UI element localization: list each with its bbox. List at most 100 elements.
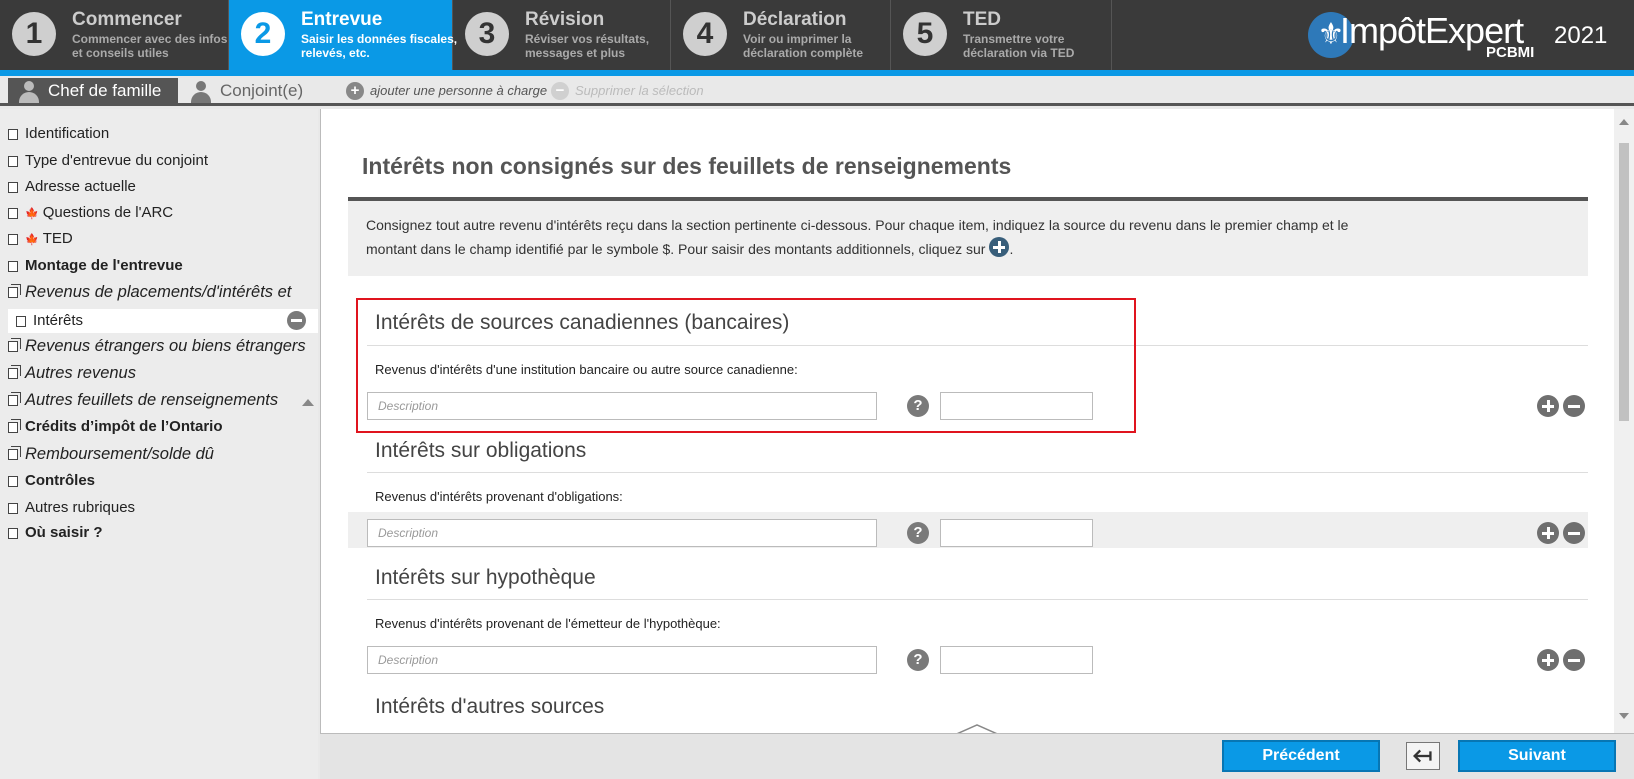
- main-content: Intérêts non consignés sur des feuillets…: [320, 109, 1614, 733]
- sidebar-item-revenus-etrangers[interactable]: Revenus étrangers ou biens étrangers: [8, 335, 306, 357]
- section-divider: [367, 472, 1588, 473]
- back-arrow-button[interactable]: [1406, 742, 1440, 770]
- help-icon[interactable]: ?: [907, 649, 929, 671]
- scroll-down-arrow-icon[interactable]: [1619, 713, 1629, 719]
- step-revision[interactable]: 3 Révision Réviser vos résultats, message…: [453, 0, 671, 70]
- sidebar-item-interets-selected[interactable]: Intérêts: [8, 309, 318, 333]
- sidebar-item-interets[interactable]: Intérêts: [16, 310, 83, 332]
- page-icon: [8, 156, 18, 167]
- impotexpert-logo: ⚜ ImpôtExpert PCBMI 2021: [1300, 8, 1620, 64]
- step-number: 1: [12, 12, 56, 56]
- scroll-thumb[interactable]: [1619, 143, 1629, 421]
- step-entrevue[interactable]: 2 Entrevue Saisir les données fiscales, r…: [229, 0, 457, 70]
- page-icon: [8, 208, 18, 219]
- step-ted[interactable]: 5 TED Transmettre votre déclaration via T…: [891, 0, 1112, 70]
- page-icon: [8, 476, 18, 487]
- add-row-plus-icon[interactable]: [1537, 395, 1559, 417]
- minus-icon: −: [551, 82, 569, 100]
- step-commencer[interactable]: 1 Commencer Commencer avec des infos et c…: [0, 0, 229, 70]
- step-title: Commencer: [72, 9, 182, 30]
- sidebar-item-questions-arc[interactable]: 🍁 Questions de l'ARC: [8, 202, 173, 224]
- sidebar-item-montage[interactable]: Montage de l'entrevue: [8, 255, 183, 277]
- sidebar-item-credits-ontario[interactable]: Crédits d’impôt de l’Ontario: [8, 416, 223, 438]
- sidebar-item-revenus-placements[interactable]: Revenus de placements/d'intérêts et: [8, 281, 291, 303]
- pages-icon: [8, 392, 21, 406]
- page-icon: [8, 182, 18, 193]
- field-label: Revenus d'intérêts provenant de l'émette…: [375, 616, 721, 631]
- step-number: 4: [683, 12, 727, 56]
- tab-conjoint[interactable]: Conjoint(e): [180, 78, 320, 105]
- step-title: Entrevue: [301, 9, 383, 30]
- logo-year: 2021: [1554, 22, 1608, 49]
- step-desc: Voir ou imprimer la déclaration complète: [743, 32, 864, 60]
- sidebar-item-ou-saisir[interactable]: Où saisir ?: [8, 522, 103, 544]
- add-row-plus-icon[interactable]: [1537, 522, 1559, 544]
- step-desc: Commencer avec des infos et conseils util…: [72, 32, 228, 60]
- previous-button[interactable]: Précédent: [1222, 740, 1380, 772]
- pages-icon: [8, 419, 21, 433]
- add-dependent-label: ajouter une personne à charge: [370, 83, 548, 98]
- page-icon: [8, 234, 18, 245]
- section-divider: [367, 599, 1588, 600]
- step-number: 5: [903, 12, 947, 56]
- sidebar-item-controles[interactable]: Contrôles: [8, 470, 95, 492]
- sidebar-item-identification[interactable]: Identification: [8, 123, 109, 145]
- step-title: Déclaration: [743, 9, 847, 30]
- tab-chef-de-famille[interactable]: Chef de famille: [8, 78, 178, 105]
- back-arrow-icon: [1413, 749, 1432, 763]
- tab-label: Chef de famille: [48, 81, 162, 100]
- pages-icon: [8, 338, 21, 352]
- delete-selection-label: Supprimer la sélection: [575, 83, 704, 98]
- help-icon[interactable]: ?: [907, 522, 929, 544]
- intro-text: Consignez tout autre revenu d'intérêts r…: [348, 201, 1588, 276]
- pages-icon: [8, 284, 21, 298]
- caret-up-icon[interactable]: [951, 723, 1003, 733]
- amount-input[interactable]: [940, 519, 1093, 547]
- maple-leaf-icon: 🍁: [25, 208, 39, 220]
- sidebar-item-type-entrevue[interactable]: Type d'entrevue du conjoint: [8, 150, 208, 172]
- person-tabs-bar: Chef de famille Conjoint(e) + ajouter un…: [0, 76, 1634, 106]
- tab-label: Conjoint(e): [220, 81, 304, 100]
- sidebar-item-autres-feuillets[interactable]: Autres feuillets de renseignements: [8, 389, 278, 411]
- description-input[interactable]: [367, 519, 877, 547]
- page-icon: [16, 316, 26, 327]
- remove-row-minus-icon[interactable]: [1563, 395, 1585, 417]
- caret-up-icon[interactable]: [302, 399, 314, 406]
- sidebar-item-ted[interactable]: 🍁 TED: [8, 228, 73, 250]
- add-row-plus-icon[interactable]: [1537, 649, 1559, 671]
- step-desc: Saisir les données fiscales, relevés, etc…: [301, 32, 458, 60]
- plus-icon: +: [346, 82, 364, 100]
- amount-input[interactable]: [940, 646, 1093, 674]
- page-icon: [8, 503, 18, 514]
- field-label: Revenus d'intérêts provenant d'obligatio…: [375, 489, 623, 504]
- step-declaration[interactable]: 4 Déclaration Voir ou imprimer la déclara…: [671, 0, 891, 70]
- delete-selection-button[interactable]: − Supprimer la sélection: [551, 82, 704, 100]
- sidebar-item-remboursement[interactable]: Remboursement/solde dû: [8, 443, 214, 465]
- section-title: Intérêts d'autres sources: [375, 695, 605, 718]
- step-number: 3: [465, 12, 509, 56]
- pages-icon: [8, 365, 21, 379]
- vertical-scrollbar[interactable]: [1614, 109, 1634, 733]
- step-title: Révision: [525, 9, 605, 30]
- step-title: TED: [963, 9, 1001, 30]
- highlight-box: [356, 298, 1136, 433]
- sidebar-item-adresse[interactable]: Adresse actuelle: [8, 176, 136, 198]
- sidebar-item-autres-rubriques[interactable]: Autres rubriques: [8, 497, 135, 519]
- description-input[interactable]: [367, 646, 877, 674]
- person-icon: [190, 81, 212, 103]
- collapse-minus-icon[interactable]: [287, 311, 306, 330]
- add-plus-icon: [989, 237, 1010, 257]
- next-button[interactable]: Suivant: [1458, 740, 1616, 772]
- remove-row-minus-icon[interactable]: [1563, 649, 1585, 671]
- page-icon: [8, 261, 18, 272]
- sidebar: Identification Type d'entrevue du conjoi…: [0, 109, 318, 779]
- bottom-navigation: Précédent Suivant: [320, 733, 1634, 779]
- add-dependent-button[interactable]: + ajouter une personne à charge: [346, 82, 547, 100]
- page-icon: [8, 528, 18, 539]
- remove-row-minus-icon[interactable]: [1563, 522, 1585, 544]
- step-desc: Transmettre votre déclaration via TED: [963, 32, 1075, 60]
- scroll-up-arrow-icon[interactable]: [1619, 119, 1629, 125]
- maple-leaf-icon: 🍁: [25, 234, 39, 246]
- sidebar-item-autres-revenus[interactable]: Autres revenus: [8, 362, 136, 384]
- section-title: Intérêts sur obligations: [375, 439, 587, 462]
